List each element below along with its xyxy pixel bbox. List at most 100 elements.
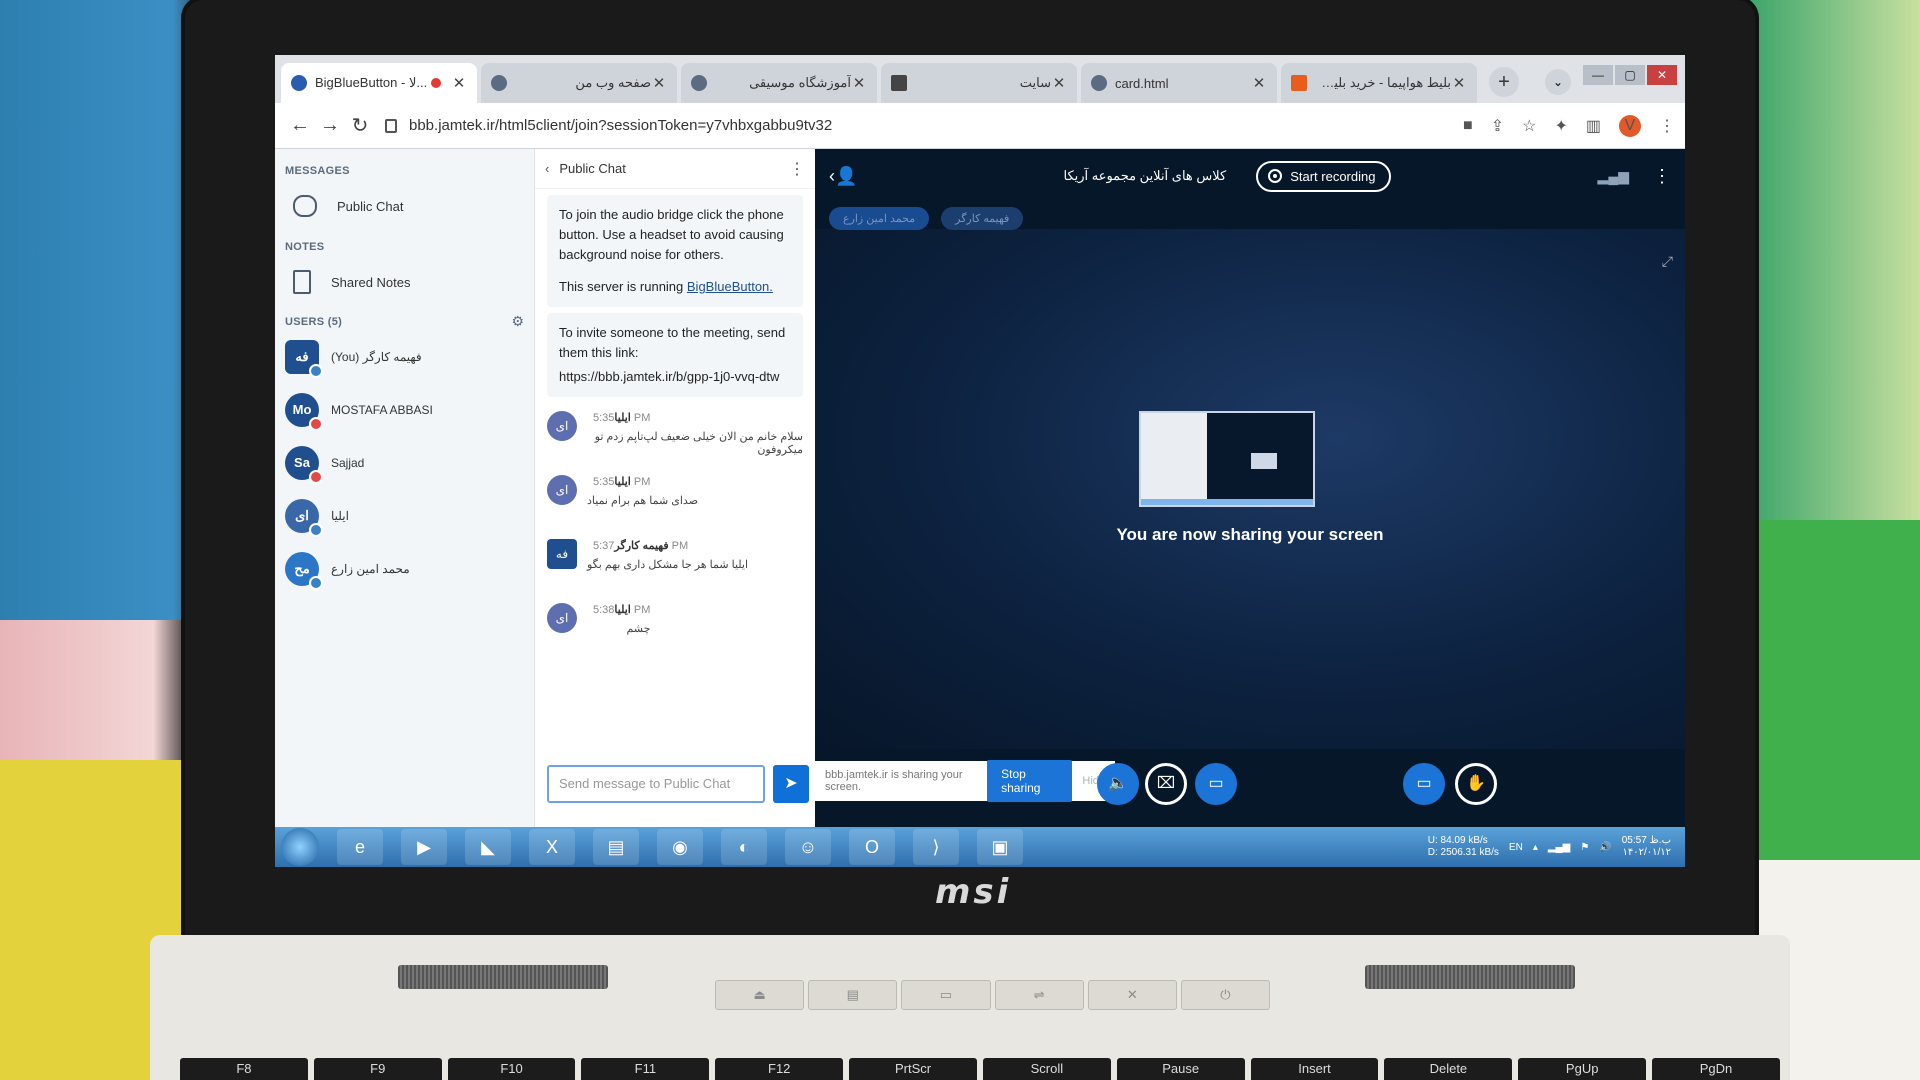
internet-explorer-icon[interactable]: e — [337, 829, 383, 865]
network-icon[interactable]: ▂▄▆ — [1548, 842, 1570, 853]
message-author: ایلیا — [614, 476, 631, 488]
user-item[interactable]: Sa Sajjad — [275, 436, 534, 489]
user-item[interactable]: ای ایلیا — [275, 489, 534, 542]
user-item[interactable]: فه فهیمه کارگر (You) — [275, 330, 534, 383]
browser-tab[interactable]: آموزشگاه موسیقی ✕ — [681, 63, 877, 103]
new-tab-button[interactable]: + — [1489, 67, 1519, 97]
star-icon[interactable]: ☆ — [1522, 116, 1536, 136]
bbb-link[interactable]: BigBlueButton. — [687, 279, 773, 294]
close-window-button[interactable]: ✕ — [1647, 65, 1677, 85]
url-field[interactable]: bbb.jamtek.ir/html5client/join?sessionTo… — [385, 110, 1265, 142]
start-button[interactable] — [281, 828, 319, 866]
options-icon[interactable]: ⋮ — [1653, 166, 1671, 187]
screenshare-button[interactable]: ▭ — [1195, 763, 1237, 805]
camera-off-button[interactable]: ⌧ — [1145, 763, 1187, 805]
forward-arrow-icon[interactable]: → — [315, 114, 345, 137]
language-indicator[interactable]: EN — [1509, 842, 1523, 853]
firefox-icon[interactable]: ◐ — [721, 829, 767, 865]
eject-key[interactable]: ⏏ — [715, 980, 805, 1010]
chevron-left-icon[interactable]: ‹ — [545, 161, 549, 176]
fkey[interactable]: PgDn — [1652, 1058, 1780, 1080]
url-text: bbb.jamtek.ir/html5client/join?sessionTo… — [409, 117, 833, 134]
public-chat-item[interactable]: Public Chat — [275, 185, 534, 227]
volume-icon[interactable]: 🔊 — [1599, 842, 1611, 853]
file-explorer-icon[interactable]: ▤ — [593, 829, 639, 865]
stop-sharing-button[interactable]: Stop sharing — [987, 760, 1073, 802]
webcam-key[interactable]: ▭ — [901, 980, 991, 1010]
maximize-button[interactable]: ▢ — [1615, 65, 1645, 85]
hotkey-strip: ⏏ ▤ ▭ ⇌ ✕ ⏻ — [715, 980, 1271, 1010]
shared-notes-item[interactable]: Shared Notes — [275, 261, 534, 303]
sidepanel-icon[interactable]: ▥ — [1586, 116, 1601, 136]
fkey[interactable]: Pause — [1116, 1058, 1245, 1080]
chrome-icon[interactable]: ◉ — [657, 829, 703, 865]
globe-icon — [691, 75, 707, 91]
tab-search-button[interactable]: ⌄ — [1545, 69, 1571, 95]
menu-icon[interactable]: ⋮ — [1659, 116, 1675, 136]
browser-tab[interactable]: card.html ✕ — [1081, 63, 1277, 103]
start-recording-button[interactable]: Start recording — [1256, 160, 1392, 192]
connection-status-icon[interactable]: ▂▄▆ — [1598, 168, 1629, 185]
user-item[interactable]: مح محمد امین زارع — [275, 542, 534, 595]
extensions-icon[interactable]: ✦ — [1554, 116, 1567, 136]
camera-icon[interactable]: ■ — [1463, 117, 1473, 135]
meeting-title: کلاس های آنلاین مجموعه آریکا — [1063, 168, 1227, 183]
fullscreen-icon[interactable]: ⤢ — [1662, 253, 1673, 270]
close-icon[interactable]: ✕ — [1051, 74, 1067, 92]
display-key[interactable]: ▤ — [808, 980, 898, 1010]
user-list-toggle-icon[interactable]: ‹👤 — [829, 166, 857, 187]
clock[interactable]: 05:57 ب.ظ ۱۴۰۲/۰۱/۱۲ — [1622, 835, 1671, 859]
fkey[interactable]: Delete — [1384, 1058, 1513, 1080]
media-player-icon[interactable]: ▶ — [401, 829, 447, 865]
remote-desktop-icon[interactable]: ▣ — [977, 829, 1023, 865]
opera-icon[interactable]: O — [849, 829, 895, 865]
discord-icon[interactable]: ☺ — [785, 829, 831, 865]
close-icon[interactable]: ✕ — [651, 74, 667, 92]
flag-icon — [1291, 75, 1307, 91]
reload-icon[interactable]: ↻ — [345, 113, 375, 138]
fkey[interactable]: Insert — [1250, 1058, 1379, 1080]
visual-studio-icon[interactable]: ◣ — [465, 829, 511, 865]
close-icon[interactable]: ✕ — [1251, 74, 1267, 92]
invite-message: To invite someone to the meeting, send t… — [547, 313, 803, 397]
fkey[interactable]: Scroll — [982, 1058, 1111, 1080]
browser-tab[interactable]: BigBlueButton - لا... ✕ — [281, 63, 477, 103]
fkey[interactable]: F10 — [447, 1058, 576, 1080]
browser-tab[interactable]: صفحه وب من ✕ — [481, 63, 677, 103]
fkey[interactable]: F11 — [581, 1058, 710, 1080]
turbo-key[interactable]: ⇌ — [994, 980, 1084, 1010]
flag-icon[interactable]: ⚑ — [1580, 842, 1589, 853]
avatar: ای — [547, 475, 577, 505]
more-options-icon[interactable]: ⋮ — [789, 159, 805, 179]
browser-tab[interactable]: بلیط هواپیما - خرید بلیط هواپیما ✕ — [1281, 63, 1477, 103]
presentation-toggle-button[interactable]: ▭ — [1403, 763, 1445, 805]
close-icon[interactable]: ✕ — [1451, 74, 1467, 92]
power-key[interactable]: ⏻ — [1180, 980, 1271, 1010]
browser-tab[interactable]: سایت ✕ — [881, 63, 1077, 103]
gear-icon[interactable]: ⚙ — [511, 313, 524, 330]
raise-hand-button[interactable]: ✋ — [1455, 763, 1497, 805]
fkey[interactable]: F12 — [715, 1058, 844, 1080]
wireless-key[interactable]: ✕ — [1087, 980, 1177, 1010]
vscode-icon[interactable]: ⟩ — [913, 829, 959, 865]
audio-button[interactable]: 🔈 — [1097, 763, 1139, 805]
fkey[interactable]: PgUp — [1518, 1058, 1647, 1080]
send-button[interactable]: ➤ — [773, 765, 809, 803]
users-header: USERS (5) ⚙ — [275, 313, 534, 330]
back-arrow-icon[interactable]: ← — [285, 114, 315, 137]
fkey[interactable]: F9 — [313, 1058, 442, 1080]
minimize-button[interactable]: — — [1583, 65, 1613, 85]
profile-avatar[interactable]: V — [1619, 114, 1641, 137]
chat-input[interactable]: Send message to Public Chat — [547, 765, 765, 803]
tab-title: آموزشگاه موسیقی — [749, 75, 851, 90]
tray-expand-icon[interactable]: ▴ — [1533, 842, 1538, 853]
user-item[interactable]: Mo MOSTAFA ABBASI — [275, 383, 534, 436]
close-icon[interactable]: ✕ — [851, 74, 867, 92]
share-icon[interactable]: ⇪ — [1491, 116, 1504, 136]
fkey[interactable]: PrtScr — [849, 1058, 977, 1080]
screenshare-preview — [1139, 411, 1315, 507]
fkey[interactable]: F8 — [180, 1058, 308, 1080]
close-icon[interactable]: ✕ — [451, 74, 467, 92]
invite-link[interactable]: https://bbb.jamtek.ir/b/gpp-1j0-vvq-dtw — [559, 367, 791, 387]
excel-icon[interactable]: X — [529, 829, 575, 865]
